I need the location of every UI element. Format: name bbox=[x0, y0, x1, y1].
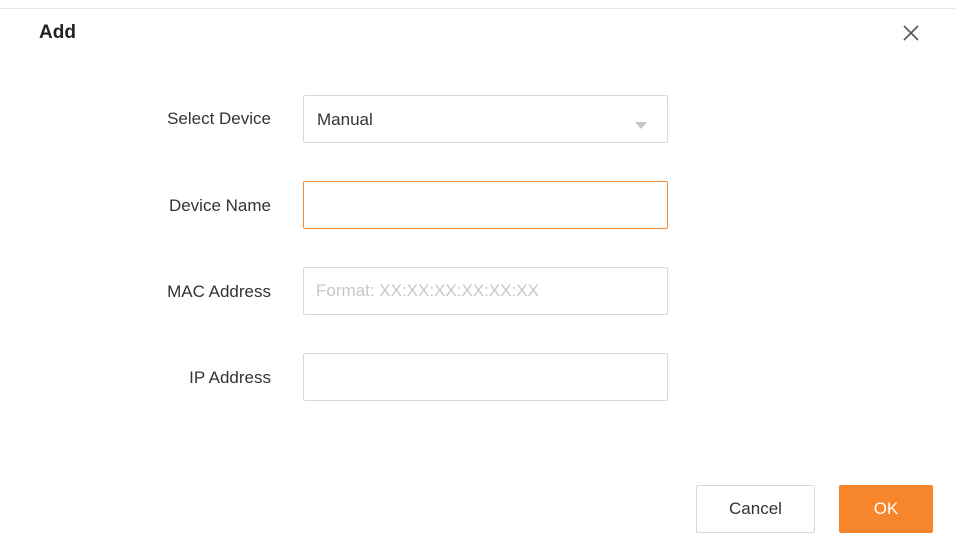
ok-button[interactable]: OK bbox=[839, 485, 933, 533]
mac-address-label: MAC Address bbox=[167, 282, 271, 301]
cancel-button[interactable]: Cancel bbox=[696, 485, 815, 533]
select-device-dropdown[interactable]: Manual bbox=[303, 95, 668, 143]
ip-address-label: IP Address bbox=[189, 368, 271, 387]
select-device-label: Select Device bbox=[167, 109, 271, 128]
dialog-title: Add bbox=[39, 22, 76, 43]
close-button[interactable] bbox=[900, 22, 922, 44]
triangle-down-icon bbox=[635, 116, 647, 134]
mac-address-field-wrapper bbox=[303, 267, 668, 315]
mac-address-input[interactable] bbox=[304, 268, 667, 314]
dialog-top-border bbox=[0, 8, 955, 9]
add-device-dialog: Add Select Device Manual Device Name MAC… bbox=[0, 0, 955, 545]
device-name-label: Device Name bbox=[168, 196, 271, 215]
close-icon bbox=[900, 22, 922, 44]
ip-address-input[interactable] bbox=[304, 354, 667, 400]
select-device-value: Manual bbox=[317, 110, 373, 129]
device-name-input[interactable] bbox=[304, 182, 667, 228]
ip-address-field-wrapper bbox=[303, 353, 668, 401]
device-name-field-wrapper bbox=[303, 181, 668, 229]
